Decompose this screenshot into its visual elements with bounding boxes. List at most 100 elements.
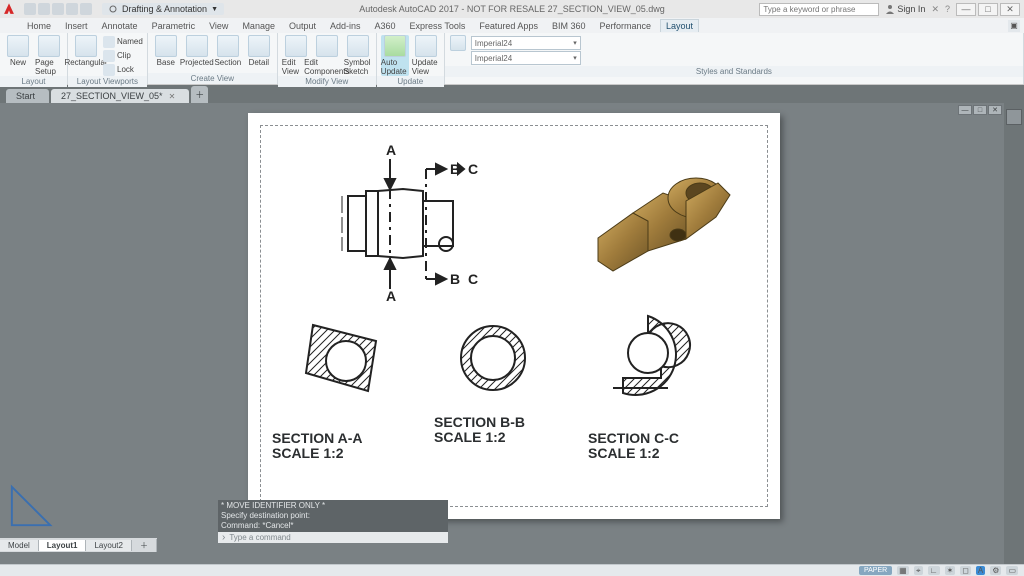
- help-search-input[interactable]: [759, 3, 879, 16]
- exchange-icon[interactable]: ✕: [931, 4, 939, 15]
- base-view-button[interactable]: Base: [152, 35, 180, 67]
- clip-vp-button[interactable]: Clip: [103, 49, 143, 62]
- ucs-icon[interactable]: [8, 481, 56, 534]
- svg-text:B: B: [450, 271, 460, 287]
- new-layout-button[interactable]: New: [4, 35, 32, 67]
- workspace-switcher[interactable]: Drafting & Annotation ▼: [102, 3, 224, 15]
- panel-title: Create View: [148, 73, 277, 84]
- qat-undo-icon[interactable]: [66, 3, 78, 15]
- panel-viewports: Rectangular Named Clip Lock Layout Viewp…: [68, 33, 148, 84]
- section-view-button[interactable]: Section: [214, 35, 242, 67]
- vp-restore[interactable]: □: [973, 105, 987, 115]
- symbol-sketch-button[interactable]: Symbol Sketch: [344, 35, 372, 76]
- lock-vp-button[interactable]: Lock: [103, 63, 143, 76]
- section-a-label: SECTION A-A SCALE 1:2: [272, 431, 362, 461]
- navigation-bar[interactable]: [1004, 103, 1024, 564]
- anno-scale-icon[interactable]: A: [976, 566, 985, 575]
- panel-title: Layout Viewports: [68, 76, 147, 87]
- tab-layout[interactable]: Layout: [660, 19, 699, 32]
- tab-output[interactable]: Output: [284, 20, 321, 32]
- parent-view-drawing: A A B B C C: [308, 141, 478, 301]
- panel-title: Update: [377, 76, 444, 87]
- tab-annotate[interactable]: Annotate: [97, 20, 143, 32]
- command-history: * MOVE IDENTIFIER ONLY * Specify destina…: [218, 500, 448, 532]
- svg-text:C: C: [468, 271, 478, 287]
- layout-tab-layout2[interactable]: Layout2: [86, 540, 131, 551]
- document-tabs: Start 27_SECTION_VIEW_05*✕ ＋: [0, 85, 1024, 103]
- grid-toggle-icon[interactable]: ▦: [897, 566, 909, 575]
- edit-components-button[interactable]: Edit Components: [313, 35, 341, 76]
- tab-performance[interactable]: Performance: [594, 20, 656, 32]
- section-style-combo[interactable]: Imperial24: [471, 36, 581, 50]
- space-toggle[interactable]: PAPER: [859, 566, 892, 575]
- close-icon[interactable]: ✕: [169, 92, 176, 101]
- tab-manage[interactable]: Manage: [237, 20, 280, 32]
- tab-bim360[interactable]: BIM 360: [547, 20, 591, 32]
- section-b-label: SECTION B-B SCALE 1:2: [434, 415, 525, 445]
- auto-update-button[interactable]: Auto Update: [381, 35, 409, 76]
- panel-modify-view: Edit View Edit Components Symbol Sketch …: [278, 33, 377, 84]
- isometric-3d-view: [578, 143, 748, 283]
- command-input[interactable]: Type a command: [218, 532, 448, 543]
- ribbon-tabs: Home Insert Annotate Parametric View Man…: [0, 18, 1024, 33]
- tab-home[interactable]: Home: [22, 20, 56, 32]
- window-minimize[interactable]: —: [956, 3, 976, 16]
- polar-toggle-icon[interactable]: ✶: [945, 566, 956, 575]
- layout-tab-add[interactable]: ＋: [132, 539, 157, 552]
- tab-insert[interactable]: Insert: [60, 20, 93, 32]
- sign-in-label: Sign In: [897, 4, 925, 14]
- layout-tab-layout1[interactable]: Layout1: [39, 540, 87, 551]
- app-logo[interactable]: [0, 0, 18, 18]
- quick-access-toolbar[interactable]: [24, 3, 92, 15]
- gear-icon: [108, 4, 118, 14]
- layout-tab-model[interactable]: Model: [0, 540, 39, 551]
- layout-tabs: Model Layout1 Layout2 ＋: [0, 538, 157, 552]
- ribbon-collapse-icon[interactable]: ▣: [1008, 20, 1020, 32]
- rectangular-viewport-button[interactable]: Rectangular: [72, 35, 100, 67]
- tab-featured[interactable]: Featured Apps: [474, 20, 543, 32]
- command-line[interactable]: * MOVE IDENTIFIER ONLY * Specify destina…: [218, 500, 448, 536]
- doc-tab-new[interactable]: ＋: [191, 86, 208, 103]
- doc-tab-start[interactable]: Start: [6, 89, 49, 103]
- section-b-drawing: [443, 313, 543, 403]
- panel-create-view: Base Projected Section Detail Create Vie…: [148, 33, 278, 84]
- help-icon[interactable]: ?: [945, 4, 950, 14]
- tab-express[interactable]: Express Tools: [405, 20, 471, 32]
- clean-screen-icon[interactable]: ▭: [1006, 566, 1018, 575]
- tab-a360[interactable]: A360: [370, 20, 401, 32]
- window-maximize[interactable]: □: [978, 3, 998, 16]
- chevron-down-icon: ▼: [211, 6, 218, 13]
- panel-styles: Imperial24 Imperial24 Styles and Standar…: [445, 33, 1024, 84]
- doc-tab-current[interactable]: 27_SECTION_VIEW_05*✕: [51, 89, 189, 103]
- snap-toggle-icon[interactable]: ⌖: [914, 566, 923, 575]
- vp-close[interactable]: ✕: [988, 105, 1002, 115]
- detail-style-combo[interactable]: Imperial24: [471, 51, 581, 65]
- window-close[interactable]: ✕: [1000, 3, 1020, 16]
- vp-minimize[interactable]: —: [958, 105, 972, 115]
- tab-addins[interactable]: Add-ins: [325, 20, 366, 32]
- qat-redo-icon[interactable]: [80, 3, 92, 15]
- styles-manager-button[interactable]: [449, 35, 467, 51]
- projected-view-button[interactable]: Projected: [183, 35, 211, 67]
- ortho-toggle-icon[interactable]: ∟: [928, 566, 940, 575]
- page-setup-button[interactable]: Page Setup: [35, 35, 63, 76]
- section-a-drawing: [288, 313, 398, 403]
- drawing-area[interactable]: — □ ✕: [0, 103, 1024, 564]
- paper-sheet: A A B B C C: [248, 113, 780, 519]
- panel-title: Layout: [0, 76, 67, 87]
- tab-view[interactable]: View: [204, 20, 233, 32]
- update-view-button[interactable]: Update View: [412, 35, 440, 76]
- osnap-toggle-icon[interactable]: ◻: [960, 566, 971, 575]
- workspace-icon[interactable]: ⚙: [990, 566, 1001, 575]
- sign-in-button[interactable]: Sign In: [885, 4, 925, 14]
- qat-new-icon[interactable]: [24, 3, 36, 15]
- viewcube-icon[interactable]: [1006, 109, 1022, 125]
- titlebar: Drafting & Annotation ▼ Autodesk AutoCAD…: [0, 0, 1024, 18]
- viewport-window-controls: — □ ✕: [958, 105, 1002, 115]
- tab-parametric[interactable]: Parametric: [147, 20, 201, 32]
- named-vp-button[interactable]: Named: [103, 35, 143, 48]
- panel-title: Modify View: [278, 76, 376, 87]
- qat-open-icon[interactable]: [38, 3, 50, 15]
- detail-view-button[interactable]: Detail: [245, 35, 273, 67]
- qat-save-icon[interactable]: [52, 3, 64, 15]
